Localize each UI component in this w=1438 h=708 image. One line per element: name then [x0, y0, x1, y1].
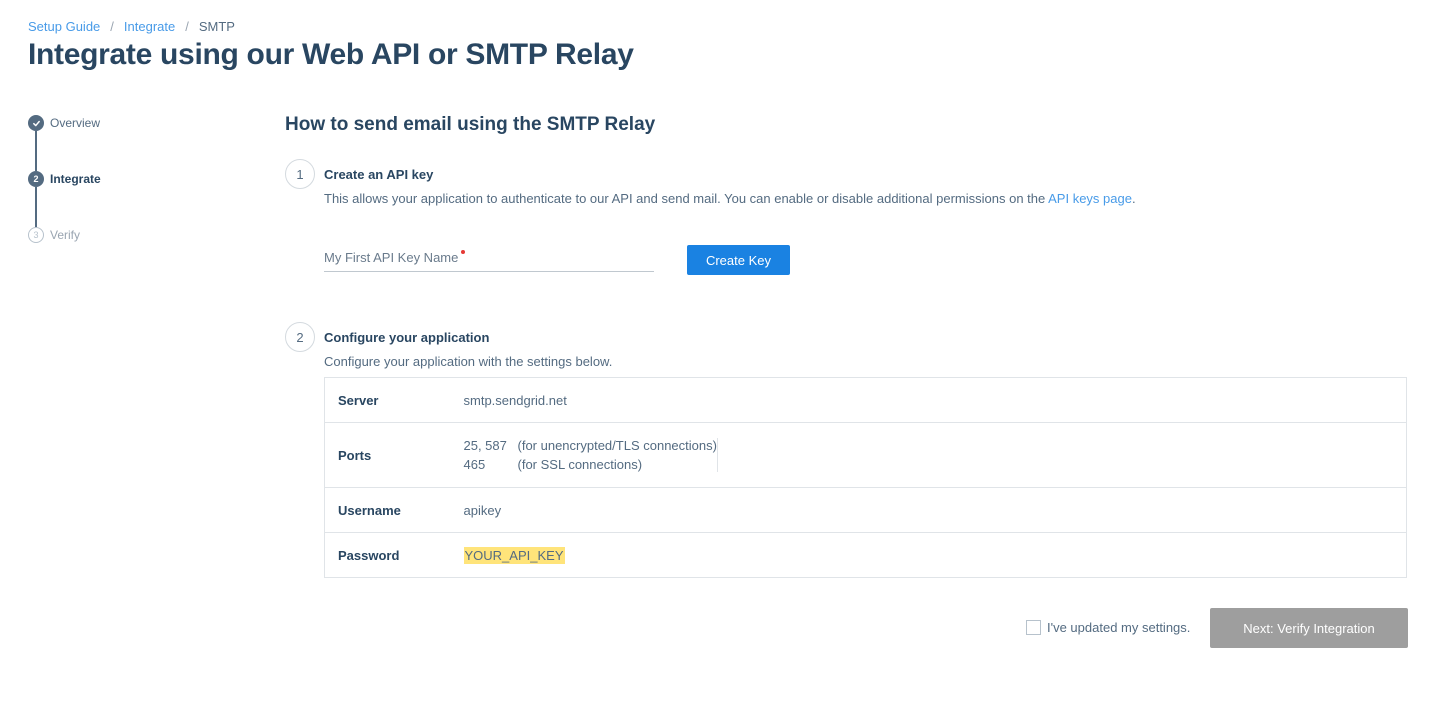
table-row: Server smtp.sendgrid.net	[325, 378, 1407, 423]
create-api-key-title: Create an API key	[324, 167, 434, 182]
check-icon	[28, 115, 44, 131]
api-keys-page-link[interactable]: API keys page	[1048, 191, 1132, 206]
smtp-settings-table: Server smtp.sendgrid.net Ports 25, 587 (…	[324, 377, 1407, 578]
create-key-button[interactable]: Create Key	[687, 245, 790, 275]
breadcrumb-link-setup-guide[interactable]: Setup Guide	[28, 19, 100, 34]
step-integrate: 2 Integrate	[28, 171, 228, 227]
step-number-badge: 2	[28, 171, 44, 187]
port-note: (for unencrypted/TLS connections)	[517, 438, 717, 453]
page-title: Integrate using our Web API or SMTP Rela…	[28, 38, 634, 71]
port-value: 25, 587	[463, 438, 507, 453]
table-row: Ports 25, 587 (for unencrypted/TLS conne…	[324, 422, 1407, 488]
step-overview: Overview	[28, 115, 228, 171]
step-number-circle: 2	[285, 322, 315, 352]
breadcrumb-current: SMTP	[198, 19, 235, 34]
setting-key: Password	[324, 532, 464, 578]
settings-updated-checkbox-row[interactable]: I've updated my settings.	[1026, 620, 1190, 635]
step-label: Overview	[50, 116, 101, 130]
step-connector	[35, 187, 37, 227]
progress-steps: Overview 2 Integrate 3 Verify	[28, 115, 228, 283]
setting-key: Ports	[324, 422, 464, 488]
setting-key: Server	[338, 392, 379, 408]
next-verify-integration-button[interactable]: Next: Verify Integration	[1210, 608, 1408, 648]
password-value: YOUR_API_KEY	[463, 546, 565, 564]
table-row: Password YOUR_API_KEY	[324, 532, 1407, 578]
configure-app-title: Configure your application	[324, 330, 490, 345]
required-indicator	[461, 250, 465, 254]
step-number-badge: 3	[28, 227, 44, 243]
breadcrumb-separator: /	[185, 19, 189, 34]
configure-app-description: Configure your application with the sett…	[324, 354, 613, 369]
step-label: Integrate	[50, 172, 101, 186]
section-title: How to send email using the SMTP Relay	[285, 114, 656, 135]
breadcrumb-separator: /	[110, 19, 114, 34]
breadcrumb-link-integrate[interactable]: Integrate	[124, 19, 175, 34]
port-value: 465	[463, 457, 486, 472]
settings-updated-checkbox[interactable]	[1026, 620, 1041, 635]
step-number-circle: 1	[285, 159, 315, 189]
ports-list: 25, 587 (for unencrypted/TLS connections…	[464, 438, 718, 472]
step-connector	[35, 131, 37, 171]
setting-key: Username	[324, 487, 464, 533]
port-note: (for SSL connections)	[517, 457, 643, 472]
table-row: Username apikey	[324, 487, 1407, 533]
breadcrumb: Setup Guide / Integrate / SMTP	[28, 19, 235, 34]
main-content: How to send email using the SMTP Relay 1…	[285, 114, 1410, 578]
create-api-key-description: This allows your application to authenti…	[324, 191, 1136, 206]
server-value: smtp.sendgrid.net	[463, 392, 567, 408]
checkbox-label: I've updated my settings.	[1047, 620, 1191, 635]
step-verify: 3 Verify	[28, 227, 228, 283]
step-label: Verify	[50, 228, 81, 242]
username-value: apikey	[463, 487, 1407, 533]
api-key-name-input[interactable]	[324, 244, 654, 270]
api-key-name-field	[324, 244, 654, 272]
